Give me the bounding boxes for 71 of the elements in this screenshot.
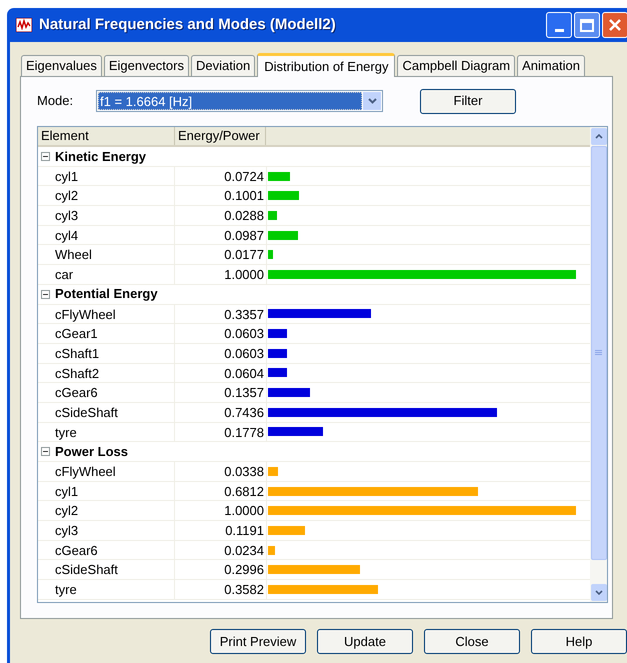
element-cell: cGear6 — [38, 540, 175, 560]
filter-button[interactable]: Filter — [420, 88, 516, 114]
value-cell-text: 0.0603 — [223, 344, 265, 363]
column-header[interactable]: Energy/Power — [175, 127, 266, 145]
scroll-down-icon[interactable] — [590, 584, 606, 601]
value-cell-text: 0.0338 — [223, 463, 265, 481]
scroll-up-icon[interactable] — [590, 128, 606, 145]
value-cell-text: 0.0603 — [223, 325, 265, 343]
mode-dropdown[interactable]: f1 = 1.6664 [Hz] — [96, 90, 383, 112]
value-cell-text: 0.6812 — [223, 482, 265, 500]
close-icon — [608, 18, 622, 32]
element-cell: cShaft1 — [38, 344, 175, 363]
minimize-button[interactable] — [546, 12, 572, 38]
group-title: Power Loss — [55, 442, 128, 461]
element-cell: cSideShaft — [38, 560, 175, 580]
element-cell: cyl3 — [38, 206, 175, 225]
dialog-button[interactable]: Close — [424, 629, 520, 654]
value-cell-text: 0.0604 — [223, 364, 265, 382]
value-cell-text: 0.0234 — [223, 542, 265, 560]
window-title: Natural Frequencies and Modes (Modell2) — [39, 14, 336, 35]
value-cell-text: 0.1001 — [223, 187, 265, 206]
group-title: Potential Energy — [55, 285, 158, 304]
app-icon — [16, 18, 32, 32]
dialog-button[interactable]: Help — [531, 629, 627, 654]
value-cell-text: 1.0000 — [223, 502, 265, 520]
value-cell-text: 0.1357 — [223, 384, 265, 402]
element-cell: cyl2 — [38, 186, 175, 206]
element-cell: cFlyWheel — [38, 462, 175, 481]
collapse-icon[interactable] — [41, 290, 50, 299]
element-cell: Wheel — [38, 245, 175, 264]
element-cell: cGear1 — [38, 324, 175, 343]
value-cell-text: 0.0724 — [223, 168, 265, 186]
tab[interactable]: Campbell Diagram — [397, 55, 516, 76]
element-cell: cyl4 — [38, 226, 175, 244]
tab[interactable]: Distribution of Energy — [257, 53, 396, 77]
value-cell-text: 0.1778 — [223, 424, 265, 442]
tab[interactable]: Eigenvalues — [21, 55, 102, 76]
scroll-thumb[interactable] — [590, 146, 606, 560]
tab[interactable]: Animation — [517, 55, 585, 76]
element-cell: cyl2 — [38, 501, 175, 520]
tab[interactable]: Deviation — [190, 55, 256, 76]
value-cell-text: 0.0177 — [223, 246, 265, 264]
element-cell: cyl3 — [38, 521, 175, 540]
close-button[interactable] — [602, 12, 627, 38]
value-cell-text: 1.0000 — [223, 266, 265, 284]
value-cell-text: 0.0987 — [223, 226, 265, 244]
value-cell-text: 0.0288 — [223, 207, 265, 225]
collapse-icon[interactable] — [41, 152, 50, 161]
value-cell-text: 0.3357 — [223, 306, 265, 324]
tab[interactable]: Eigenvectors — [104, 55, 189, 76]
dialog-button[interactable]: Print Preview — [210, 629, 306, 654]
value-cell-text: 0.1191 — [224, 522, 265, 540]
dialog-button[interactable]: Update — [317, 629, 413, 654]
value-cell-text: 0.2996 — [223, 561, 265, 580]
collapse-icon[interactable] — [41, 447, 50, 456]
element-cell: car — [38, 265, 175, 284]
scrollbar[interactable] — [590, 127, 607, 602]
group-title: Kinetic Energy — [55, 148, 146, 166]
element-cell: tyre — [38, 580, 175, 599]
element-cell: cyl1 — [38, 166, 175, 186]
maximize-button[interactable] — [574, 12, 600, 38]
element-cell: tyre — [38, 422, 175, 442]
element-cell: cyl1 — [38, 482, 175, 500]
value-cell-text: 0.7436 — [223, 404, 265, 422]
value-cell-text: 0.3582 — [223, 581, 265, 599]
element-cell: cGear6 — [38, 383, 175, 402]
element-cell: cFlyWheel — [38, 304, 175, 324]
element-cell: cSideShaft — [38, 402, 175, 422]
column-header[interactable]: Element — [38, 127, 175, 145]
mode-label: Mode: — [37, 92, 74, 110]
element-cell: cShaft2 — [38, 364, 175, 382]
